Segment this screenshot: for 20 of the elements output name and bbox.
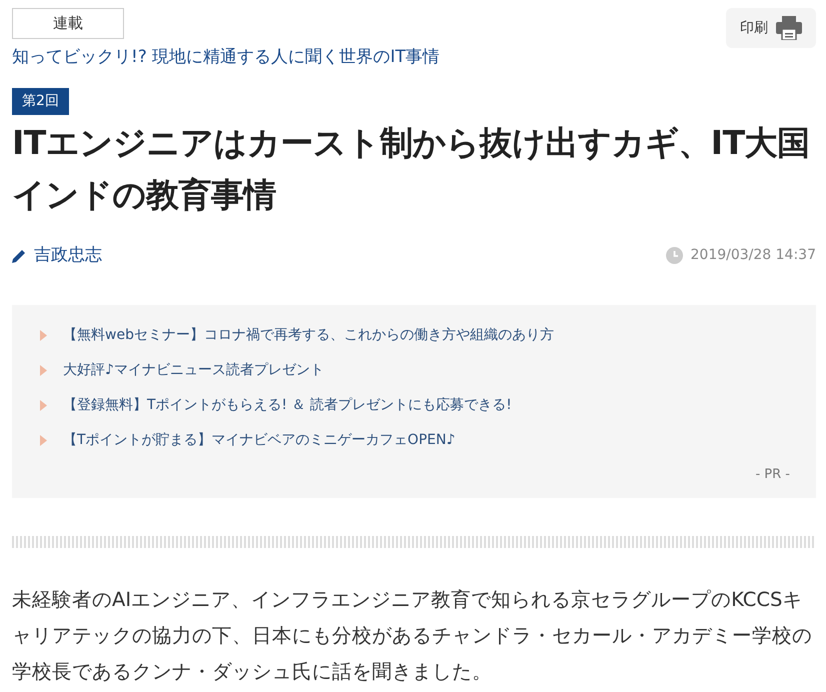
clock-icon: [666, 247, 682, 264]
triangle-icon: [40, 364, 47, 376]
pr-link[interactable]: 大好評♪マイナビニュース読者プレゼント: [63, 360, 324, 380]
pr-label: - PR -: [754, 466, 791, 484]
triangle-icon: [40, 330, 47, 340]
series-tag: 連載: [12, 8, 124, 38]
episode-badge: 第2回: [12, 88, 69, 115]
printer-icon: [776, 16, 802, 40]
body-paragraph: 未経験者のAIエンジニア、インフラエンジニア教育で知られる京セラグループのKCCSキャリアテックの協力の下、日本にも分校があるチャンドラ・セカール・アカデミー学校の学校長であるクンナ・ダッシュ氏に話を聞きました。: [12, 587, 813, 685]
timestamp: 2019/03/28 14:37: [690, 246, 816, 266]
pr-link[interactable]: 【無料webセミナー】コロナ禍で再考する、これからの働き方や組織のあり方: [63, 324, 554, 346]
pencil-icon: [12, 248, 26, 263]
series-link[interactable]: 知ってビックリ!? 現地に精通する人に聞く世界のIT事情: [12, 44, 440, 70]
author-name: 吉政忠志: [34, 244, 102, 267]
article-title: ITエンジニアはカースト制から抜け出すカギ、IT大国インドの教育事情: [12, 122, 811, 216]
triangle-icon: [40, 400, 47, 410]
triangle-icon: [40, 434, 47, 446]
print-button[interactable]: 印刷: [726, 8, 816, 48]
pr-link[interactable]: 【Tポイントが貯まる】マイナビベアのミニゲーカフェOPEN♪: [63, 430, 456, 450]
pr-link[interactable]: 【登録無料】Tポイントがもらえる! ＆ 読者プレゼントにも応募できる!: [63, 394, 512, 416]
